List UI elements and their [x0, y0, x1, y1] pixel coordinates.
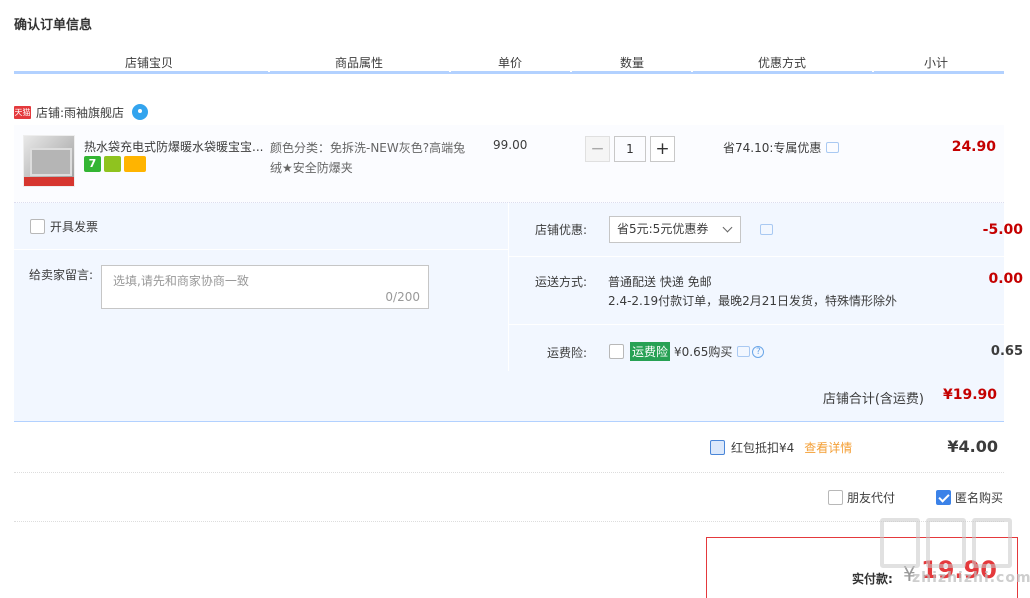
memo-label: 给卖家留言:	[29, 268, 94, 282]
seven-day-return-icon[interactable]: 7	[84, 156, 101, 172]
hongbao-details-link[interactable]: 查看详情	[804, 439, 852, 456]
col-header-item: 店铺宝贝	[124, 56, 173, 70]
insurance-label: 运费险:	[546, 346, 587, 360]
shop-promo-value: 省5元:5元优惠券	[617, 222, 709, 236]
shop-label: 店铺:	[36, 105, 65, 120]
insurance-checkbox[interactable]	[609, 344, 624, 359]
invoice-label: 开具发票	[50, 220, 99, 234]
hongbao-row: 红包抵扣¥4 查看详情 ¥4.00	[14, 423, 1004, 473]
shop-subtotal-label: 店铺合计(含运费)	[822, 392, 924, 407]
hongbao-amount: ¥4.00	[947, 437, 998, 456]
insurance-tag: 运费险	[630, 342, 671, 361]
hongbao-checkbox[interactable]	[710, 440, 725, 455]
card-icon[interactable]	[124, 156, 146, 172]
shop-name-link[interactable]: 雨袖旗舰店	[64, 104, 124, 121]
friend-pay-label: 朋友代付	[847, 491, 896, 505]
col-header-qty: 数量	[619, 56, 644, 70]
gift-icon[interactable]	[104, 156, 121, 172]
wangwang-chat-icon[interactable]	[132, 104, 149, 120]
item-promo-text: 省74.10:专属优惠	[723, 141, 822, 155]
shop-promo-amount: -5.00	[982, 222, 1023, 238]
hongbao-label: 红包抵扣¥4	[731, 441, 795, 455]
anonymous-buy-label: 匿名购买	[955, 491, 1004, 505]
shop-promo-label: 店铺优惠:	[534, 223, 587, 237]
col-divider	[872, 54, 874, 72]
insurance-amount: 0.65	[990, 344, 1023, 359]
payment-summary-box: 实付款: ¥ 19.90	[706, 537, 1018, 598]
col-header-attr: 商品属性	[334, 56, 383, 70]
insurance-price: ¥0.65购买	[674, 345, 733, 359]
invoice-checkbox[interactable]	[30, 219, 45, 234]
col-divider	[570, 54, 572, 72]
col-divider	[449, 54, 451, 72]
invoice-option[interactable]: 开具发票	[30, 218, 98, 235]
qty-input[interactable]: 1	[614, 136, 646, 162]
shipping-method: 普通配送 快递 免邮	[608, 275, 712, 289]
page-title: 确认订单信息	[14, 18, 93, 33]
product-thumbnail[interactable]	[23, 135, 75, 187]
extra-options-row: 朋友代付 匿名购买	[14, 474, 1004, 522]
shop-promo-select[interactable]: 省5元:5元优惠券	[609, 216, 741, 243]
table-header: 店铺宝贝 商品属性 单价 数量 优惠方式 小计	[14, 52, 1004, 74]
unit-price: 99.00	[493, 138, 528, 152]
shipping-amount: 0.00	[988, 271, 1023, 287]
anonymous-buy-checkbox[interactable]	[936, 490, 951, 505]
qty-minus-button[interactable]: −	[585, 136, 610, 162]
insurance-option: 运费险 ¥0.65购买 ?	[609, 342, 765, 361]
shop-promo-comment-icon[interactable]	[760, 224, 773, 235]
shipping-note: 2.4-2.19付款订单，最晚2月21日发货，特殊情形除外	[608, 294, 898, 308]
seller-memo-textarea[interactable]: 选填,请先和商家协商一致 0/200	[101, 265, 429, 309]
quantity-stepper: − 1 +	[585, 136, 675, 162]
order-item-row: 热水袋充电式防爆暖水袋暖宝宝... 7 颜色分类：免拆洗-NEW灰色?高端兔绒★…	[14, 125, 1004, 203]
divider	[509, 324, 1004, 325]
col-divider	[691, 54, 693, 72]
col-header-price: 单价	[497, 56, 522, 70]
hongbao-option[interactable]: 红包抵扣¥4 查看详情	[710, 439, 852, 456]
col-header-promo: 优惠方式	[757, 56, 806, 70]
pay-label: 实付款:	[852, 572, 893, 586]
col-header-subtotal: 小计	[923, 56, 948, 70]
item-promo: 省74.10:专属优惠	[723, 139, 840, 156]
shop-subtotal-row: 店铺合计(含运费) ¥19.90	[14, 371, 1004, 422]
insurance-comment-icon[interactable]	[737, 346, 751, 357]
friend-pay-checkbox[interactable]	[828, 490, 843, 505]
item-subtotal: 24.90	[951, 139, 996, 155]
shipping-label: 运送方式:	[534, 275, 587, 289]
service-badges: 7	[84, 156, 146, 172]
divider	[509, 256, 1004, 257]
promo-comment-icon[interactable]	[826, 142, 840, 153]
product-attributes: 颜色分类：免拆洗-NEW灰色?高端兔绒★安全防爆夹	[270, 141, 466, 175]
pay-amount: 19.90	[921, 556, 997, 584]
memo-char-count: 0/200	[385, 290, 420, 304]
qty-plus-button[interactable]: +	[650, 136, 675, 162]
anonymous-buy-option[interactable]: 匿名购买	[936, 489, 1003, 506]
memo-placeholder: 选填,请先和商家协商一致	[113, 274, 249, 288]
shop-row: 天猫 店铺: 雨袖旗舰店	[14, 103, 149, 121]
col-divider	[268, 54, 270, 72]
help-icon[interactable]: ?	[752, 345, 765, 358]
divider	[14, 249, 508, 250]
shop-subtotal-value: ¥19.90	[942, 387, 997, 403]
tmall-icon: 天猫	[14, 105, 31, 119]
pay-currency: ¥	[903, 562, 916, 586]
friend-pay-option[interactable]: 朋友代付	[828, 489, 895, 506]
product-name-link[interactable]: 热水袋充电式防爆暖水袋暖宝宝...	[84, 138, 269, 155]
chevron-down-icon	[722, 222, 733, 233]
